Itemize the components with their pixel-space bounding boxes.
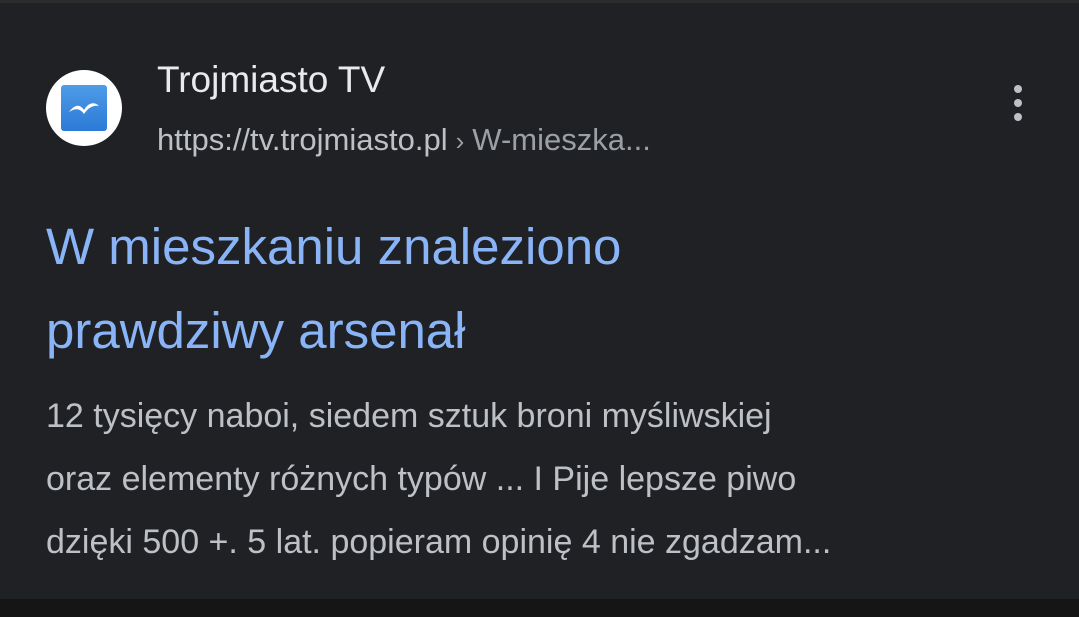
more-options-button[interactable] <box>1000 83 1036 123</box>
more-vert-icon-dot-2 <box>1014 99 1022 107</box>
more-vert-icon-dot-3 <box>1014 113 1022 121</box>
breadcrumb-url: https://tv.trojmiasto.pl › W-mieszka... <box>157 122 651 159</box>
result-snippet: 12 tysięcy naboi, siedem sztuk broni myś… <box>46 385 1056 574</box>
snippet-line-1: 12 tysięcy naboi, siedem sztuk broni myś… <box>46 397 772 435</box>
snippet-line-3: dzięki 500 +. 5 lat. popieram opinię 4 n… <box>46 523 832 561</box>
result-title-link[interactable]: W mieszkaniu znaleziono prawdziwy arsena… <box>46 205 1046 373</box>
bottom-divider <box>0 599 1079 617</box>
url-separator: › <box>455 126 465 156</box>
url-path: W-mieszka... <box>472 122 651 157</box>
snippet-line-2: oraz elementy różnych typów ... I Pije l… <box>46 460 797 498</box>
seagull-icon <box>61 85 107 131</box>
url-domain: https://tv.trojmiasto.pl <box>157 122 448 157</box>
title-line-1: W mieszkaniu znaleziono <box>46 218 622 275</box>
more-vert-icon <box>1014 85 1022 93</box>
site-name: Trojmiasto TV <box>157 59 386 100</box>
result-source-header[interactable]: Trojmiasto TV https://tv.trojmiasto.pl › W… <box>46 60 1046 160</box>
site-favicon <box>46 70 122 146</box>
title-line-2: prawdziwy arsenał <box>46 302 466 359</box>
